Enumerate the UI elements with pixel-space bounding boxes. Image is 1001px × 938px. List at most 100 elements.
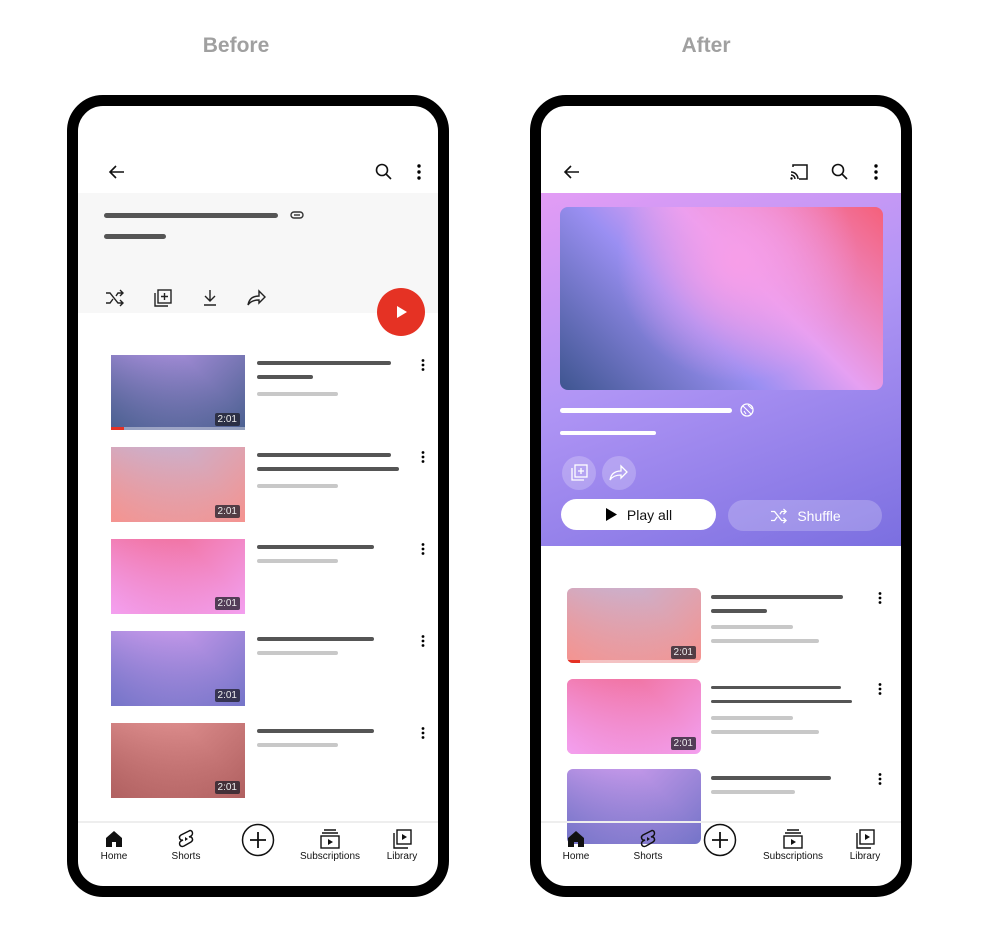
nav-label: Library — [386, 851, 418, 862]
nav-item-home[interactable]: Home — [541, 829, 616, 862]
text-placeholder — [257, 729, 374, 733]
nav-item-shorts[interactable]: Shorts — [146, 829, 226, 862]
shuffle-button[interactable]: Shuffle — [728, 500, 882, 531]
more-vert-icon[interactable] — [418, 541, 428, 557]
text-placeholder — [711, 639, 819, 643]
caption-after: After — [681, 34, 731, 57]
text-placeholder — [257, 453, 391, 457]
nav-item-subscriptions[interactable]: Subscriptions — [290, 829, 370, 862]
search-icon[interactable] — [829, 161, 851, 183]
duration-badge: 2:01 — [214, 413, 240, 426]
back-arrow-icon[interactable] — [561, 161, 583, 183]
text-placeholder — [257, 743, 338, 747]
video-thumbnail[interactable]: 2:01 — [111, 355, 245, 430]
shuffle-label: Shuffle — [797, 507, 841, 524]
title-placeholder — [104, 213, 278, 218]
video-thumbnail[interactable]: 2:01 — [567, 678, 701, 754]
more-vert-icon[interactable] — [875, 590, 885, 606]
nav-label: Subscriptions — [299, 851, 361, 862]
duration-badge: 2:01 — [214, 597, 240, 610]
text-placeholder — [257, 361, 391, 365]
back-arrow-icon[interactable] — [106, 161, 128, 183]
more-vert-icon[interactable] — [418, 449, 428, 465]
share-icon[interactable] — [246, 287, 268, 309]
text-placeholder — [257, 545, 374, 549]
video-thumbnail[interactable]: 2:01 — [111, 447, 245, 522]
play-all-button[interactable]: Play all — [561, 499, 716, 530]
subscriptions-icon — [320, 829, 340, 849]
text-placeholder — [257, 484, 338, 488]
more-vert-icon[interactable] — [875, 771, 885, 787]
watch-progress-bar — [567, 660, 701, 663]
text-placeholder — [711, 776, 831, 780]
nav-item-library[interactable]: Library — [825, 829, 901, 862]
nav-item-library[interactable]: Library — [362, 829, 438, 862]
more-vert-icon[interactable] — [875, 681, 885, 697]
globe-icon — [739, 402, 755, 418]
nav-item-home[interactable]: Home — [78, 829, 154, 862]
nav-label: Home — [100, 851, 128, 862]
playlist-header: Play all Shuffle — [541, 193, 901, 546]
nav-label: Home — [562, 851, 590, 862]
nav-label: Library — [849, 851, 881, 862]
nav-item-subscriptions[interactable]: Subscriptions — [753, 829, 833, 862]
title-placeholder — [560, 408, 732, 413]
nav-label: Subscriptions — [762, 851, 824, 862]
video-thumbnail[interactable]: 2:01 — [111, 539, 245, 614]
more-vert-icon[interactable] — [418, 725, 428, 741]
phone-before: 2:01 2:01 2:01 2:01 2:01 Home Shorts Subscript… — [67, 95, 449, 897]
watch-progress-bar — [111, 427, 245, 430]
text-placeholder — [711, 729, 819, 734]
more-vert-icon[interactable] — [418, 633, 428, 649]
nav-item-shorts[interactable]: Shorts — [608, 829, 688, 862]
text-placeholder — [711, 699, 852, 703]
shuffle-icon — [771, 507, 788, 524]
download-icon[interactable] — [199, 287, 221, 309]
play-all-label: Play all — [626, 506, 673, 523]
text-placeholder — [711, 685, 841, 689]
text-placeholder — [257, 651, 338, 655]
shorts-icon — [178, 829, 194, 848]
text-placeholder — [711, 595, 843, 599]
video-thumbnail[interactable]: 2:01 — [111, 723, 245, 798]
bottom-nav: Home Shorts Subscriptions Library — [78, 821, 438, 881]
play-icon — [397, 306, 407, 318]
duration-badge: 2:01 — [214, 781, 240, 794]
duration-badge: 2:01 — [670, 736, 696, 750]
nav-item-create[interactable] — [680, 823, 760, 859]
search-icon[interactable] — [373, 161, 395, 183]
bottom-nav: Home Shorts Subscriptions Library — [541, 821, 901, 881]
more-vert-icon[interactable] — [409, 161, 429, 183]
playlist-thumbnail[interactable] — [560, 207, 883, 390]
duration-badge: 2:01 — [214, 505, 240, 518]
create-plus-icon — [241, 823, 275, 857]
text-placeholder — [257, 467, 399, 471]
video-thumbnail[interactable]: 2:01 — [567, 588, 701, 663]
text-placeholder — [711, 790, 795, 794]
text-placeholder — [257, 637, 374, 641]
create-plus-icon — [703, 823, 737, 857]
nav-item-create[interactable] — [218, 823, 298, 859]
duration-badge: 2:01 — [214, 689, 240, 702]
nav-label: Shorts — [633, 851, 663, 862]
add-to-playlist-icon[interactable] — [152, 287, 174, 309]
text-placeholder — [711, 715, 793, 720]
library-icon — [856, 829, 875, 849]
cast-icon[interactable] — [788, 161, 810, 183]
more-vert-icon[interactable] — [418, 357, 428, 373]
text-placeholder — [257, 559, 338, 563]
duration-badge: 2:01 — [670, 646, 696, 659]
add-to-playlist-icon[interactable] — [562, 456, 596, 490]
home-icon — [568, 831, 584, 847]
text-placeholder — [711, 625, 793, 629]
video-thumbnail[interactable]: 2:01 — [111, 631, 245, 706]
caption-before: Before — [202, 34, 270, 57]
more-vert-icon[interactable] — [866, 161, 886, 183]
play-fab[interactable] — [377, 288, 425, 336]
library-icon — [393, 829, 412, 849]
text-placeholder — [711, 609, 767, 613]
subtitle-placeholder — [560, 431, 656, 435]
shuffle-icon[interactable] — [104, 287, 126, 309]
share-icon[interactable] — [602, 456, 636, 490]
play-icon — [605, 508, 617, 521]
